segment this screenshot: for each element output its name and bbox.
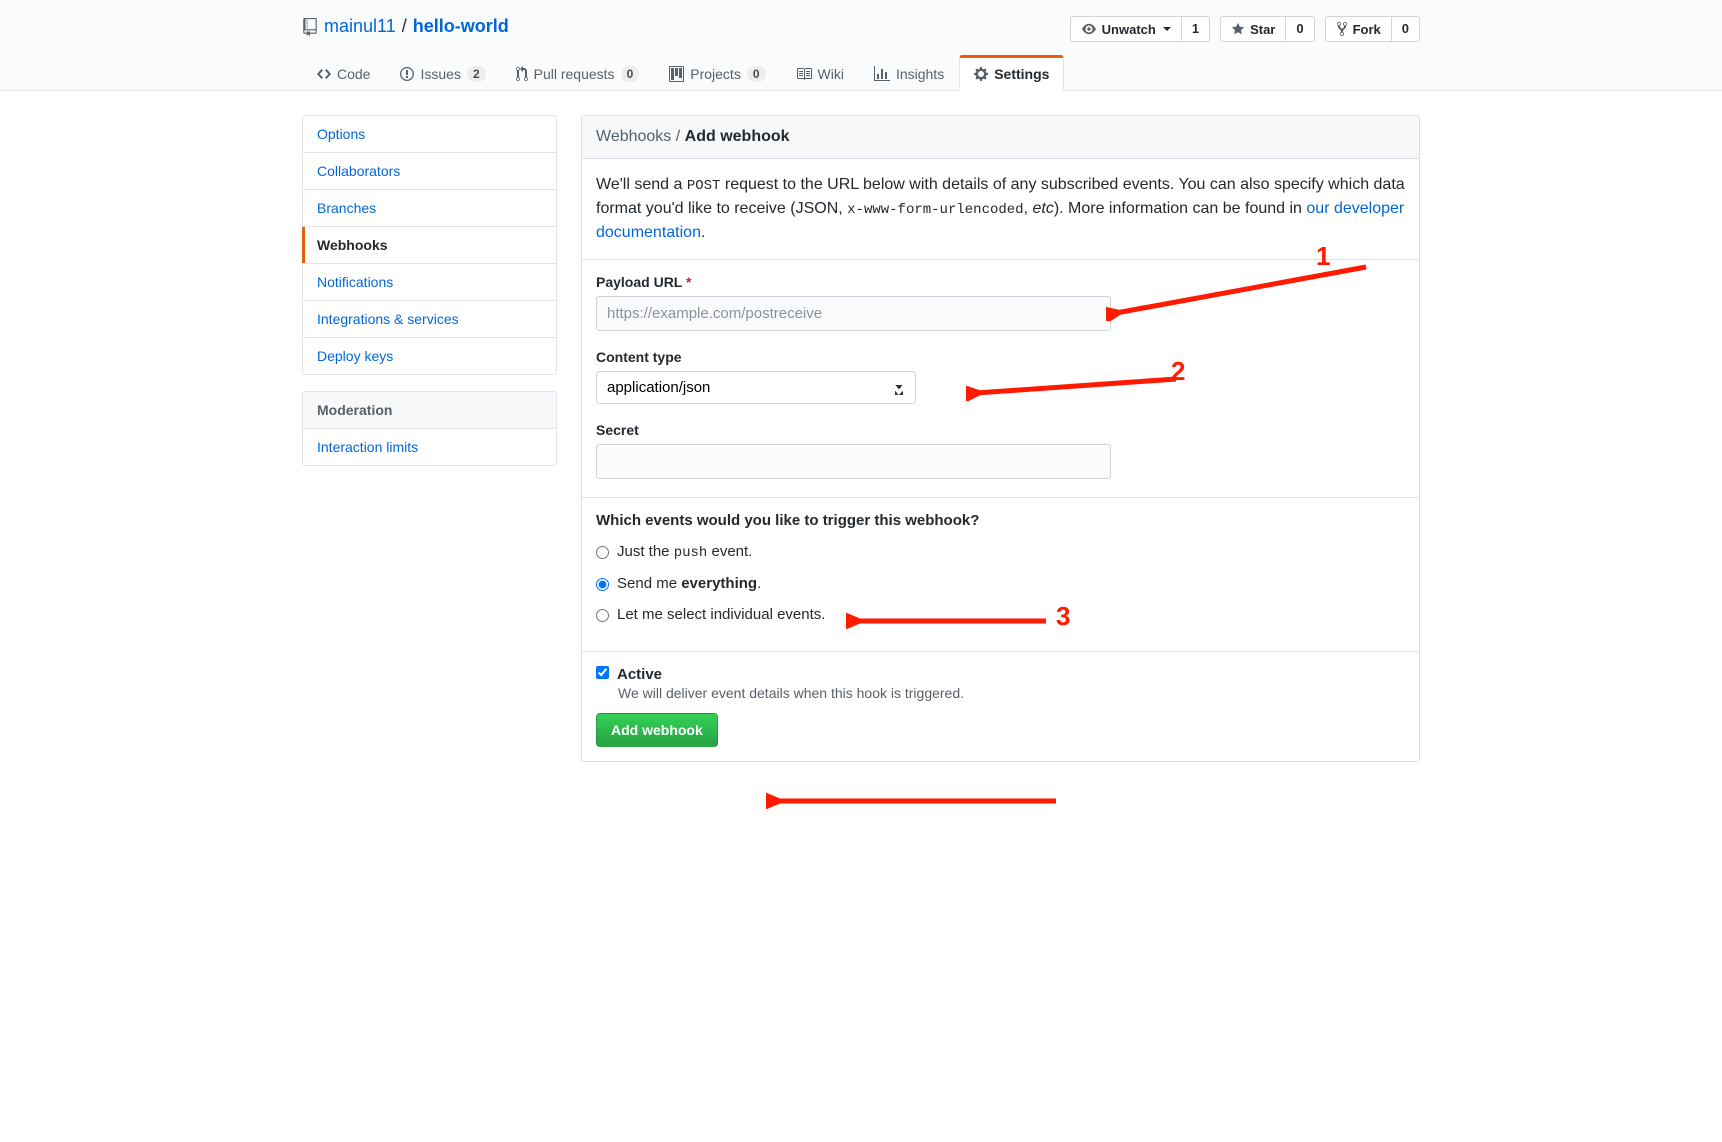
urlencoded-code: x-www-form-urlencoded: [847, 202, 1023, 218]
event-option-push[interactable]: Just the push event.: [596, 543, 1405, 561]
watch-count[interactable]: 1: [1182, 16, 1210, 42]
project-icon: [669, 66, 684, 82]
events-question: Which events would you like to trigger t…: [596, 512, 1405, 529]
page-actions: Unwatch 1 Star 0 Fork: [1070, 16, 1420, 42]
sidebar-item-branches[interactable]: Branches: [303, 190, 556, 227]
fork-count[interactable]: 0: [1392, 16, 1420, 42]
secret-input[interactable]: [596, 444, 1111, 479]
content-type-select[interactable]: application/json: [596, 371, 916, 404]
add-webhook-button[interactable]: Add webhook: [596, 713, 718, 747]
unwatch-button[interactable]: Unwatch: [1070, 16, 1182, 42]
tab-projects[interactable]: Projects 0: [654, 55, 780, 91]
payload-url-input[interactable]: [596, 296, 1111, 331]
tab-pull-requests[interactable]: Pull requests 0: [501, 55, 655, 91]
tab-wiki[interactable]: Wiki: [781, 55, 859, 91]
tab-wiki-label: Wiki: [818, 66, 844, 82]
breadcrumb-sep: /: [671, 128, 684, 145]
sidebar-item-interaction-limits[interactable]: Interaction limits: [303, 429, 556, 465]
event-option-everything[interactable]: Send me everything.: [596, 575, 1405, 592]
star-icon: [1231, 22, 1245, 36]
active-label: Active: [617, 666, 662, 683]
radio-select-events[interactable]: [596, 609, 609, 622]
moderation-menu: Moderation Interaction limits: [302, 391, 557, 466]
moderation-heading: Moderation: [303, 392, 556, 429]
tab-code-label: Code: [337, 66, 370, 82]
tab-settings[interactable]: Settings: [959, 55, 1064, 91]
event-option-select[interactable]: Let me select individual events.: [596, 606, 1405, 623]
intro-text: We'll send a POST request to the URL bel…: [596, 173, 1405, 245]
projects-count: 0: [747, 66, 766, 82]
tab-code[interactable]: Code: [302, 55, 385, 91]
tab-insights[interactable]: Insights: [859, 55, 959, 91]
fork-icon: [1336, 21, 1348, 37]
tab-issues-label: Issues: [420, 66, 460, 82]
tab-issues[interactable]: Issues 2: [385, 55, 500, 91]
fork-label: Fork: [1353, 22, 1381, 37]
issues-count: 2: [467, 66, 486, 82]
repo-sep: /: [402, 16, 407, 37]
secret-label: Secret: [596, 422, 1405, 438]
sidebar-item-deploy-keys[interactable]: Deploy keys: [303, 338, 556, 374]
code-icon: [317, 66, 331, 82]
repo-title: mainul11 / hello-world: [302, 16, 509, 37]
post-code: POST: [687, 178, 721, 194]
sidebar-item-collaborators[interactable]: Collaborators: [303, 153, 556, 190]
issue-icon: [400, 66, 414, 82]
arrow-4-icon: [766, 791, 1066, 811]
radio-everything[interactable]: [596, 578, 609, 591]
breadcrumb-current: Add webhook: [685, 128, 790, 145]
repo-name-link[interactable]: hello-world: [413, 16, 509, 37]
payload-url-label: Payload URL *: [596, 274, 1405, 290]
radio-push[interactable]: [596, 546, 609, 559]
sidebar-item-webhooks[interactable]: Webhooks: [303, 227, 556, 264]
sidebar-item-options[interactable]: Options: [303, 116, 556, 153]
tab-settings-label: Settings: [994, 66, 1049, 82]
tab-pulls-label: Pull requests: [534, 66, 615, 82]
sidebar-item-notifications[interactable]: Notifications: [303, 264, 556, 301]
repo-nav: Code Issues 2 Pull requests 0 Projects 0…: [302, 55, 1420, 91]
breadcrumb-root[interactable]: Webhooks: [596, 128, 671, 145]
repo-icon: [302, 18, 318, 36]
eye-icon: [1081, 22, 1097, 36]
subhead: Webhooks / Add webhook: [582, 116, 1419, 159]
active-checkbox[interactable]: [596, 666, 609, 679]
graph-icon: [874, 66, 890, 82]
gear-icon: [974, 66, 988, 82]
star-label: Star: [1250, 22, 1275, 37]
star-button[interactable]: Star: [1220, 16, 1286, 42]
settings-menu: Options Collaborators Branches Webhooks …: [302, 115, 557, 375]
tab-insights-label: Insights: [896, 66, 944, 82]
content-type-label: Content type: [596, 349, 1405, 365]
repo-owner-link[interactable]: mainul11: [324, 16, 396, 37]
caret-down-icon: [1163, 27, 1171, 31]
fork-button[interactable]: Fork: [1325, 16, 1392, 42]
pulls-count: 0: [621, 66, 640, 82]
unwatch-label: Unwatch: [1102, 22, 1156, 37]
tab-projects-label: Projects: [690, 66, 741, 82]
star-count[interactable]: 0: [1286, 16, 1314, 42]
active-note: We will deliver event details when this …: [618, 685, 1405, 701]
sidebar-item-integrations[interactable]: Integrations & services: [303, 301, 556, 338]
pull-request-icon: [516, 66, 528, 82]
book-icon: [796, 66, 812, 82]
